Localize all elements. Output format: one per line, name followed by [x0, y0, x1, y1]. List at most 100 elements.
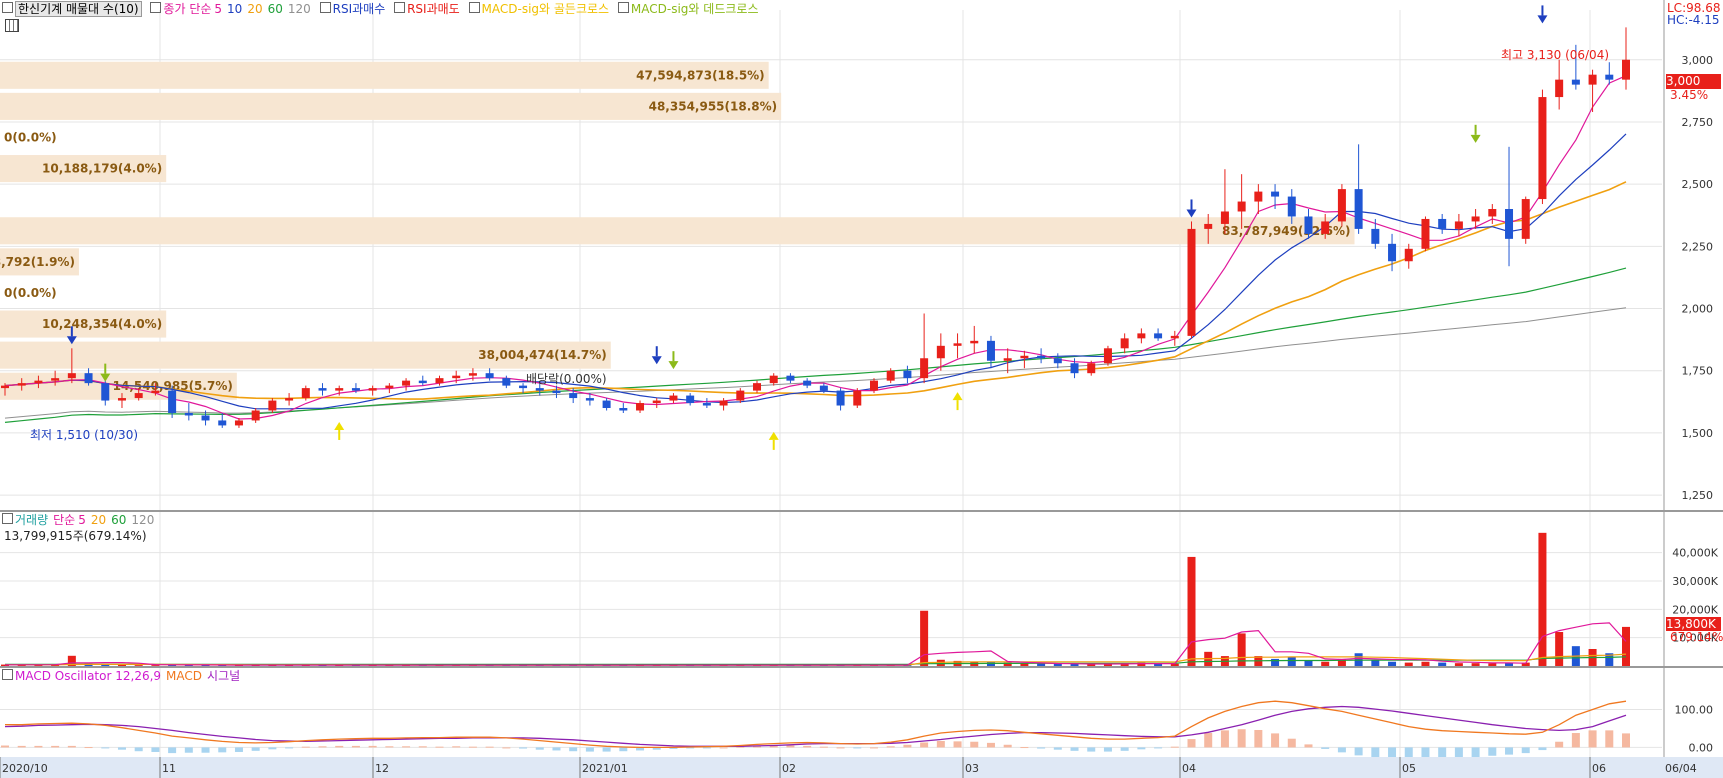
candle-body — [301, 388, 310, 399]
settings-icon[interactable] — [150, 2, 162, 13]
macd-osc-bar — [468, 746, 477, 748]
volume-value: 13,799,915주(679.14%) — [4, 529, 147, 543]
hc-label: HC:-4.15 — [1667, 13, 1720, 27]
x-tick-label: 06 — [1592, 762, 1606, 775]
price-tick-label: 1,250 — [1682, 489, 1714, 502]
candle-body — [986, 340, 995, 361]
rsi-over-label[interactable]: RSI과매수 — [333, 2, 386, 16]
volume-bar — [1271, 658, 1280, 666]
candle-body — [318, 388, 327, 391]
macd-golden-label[interactable]: MACD-sig와 골든크로스 — [482, 2, 610, 16]
candle-body — [1521, 199, 1530, 239]
macd-osc-bar — [385, 746, 394, 748]
candle-body — [1488, 209, 1497, 217]
candle-body — [1287, 196, 1296, 217]
macd-osc-bar — [1354, 747, 1363, 756]
rsi-under-label[interactable]: RSI과매도 — [407, 2, 460, 16]
macd-osc-bar — [1287, 738, 1296, 748]
candle-body — [34, 380, 43, 384]
macd-osc-bar — [318, 746, 327, 748]
volume-bar — [1304, 660, 1313, 666]
macd-osc-bar — [368, 745, 377, 748]
table-icon[interactable] — [5, 19, 19, 32]
macd-osc-bar — [836, 747, 845, 749]
macd-osc-label[interactable]: MACD Oscillator 12,26,9 — [15, 669, 161, 683]
candle-body — [1154, 333, 1163, 339]
macd-osc-bar — [1254, 729, 1263, 748]
candle-body — [1471, 216, 1480, 222]
macd-osc-bar — [1488, 747, 1497, 756]
settings-icon[interactable] — [2, 2, 13, 13]
macd-osc-bar — [1571, 733, 1580, 748]
candle-body — [1237, 201, 1246, 212]
macd-osc-bar — [51, 745, 60, 748]
volume-bar — [1371, 660, 1380, 666]
price-tick-label: 2,750 — [1682, 116, 1714, 129]
candle-body — [1454, 221, 1463, 229]
candle-body — [368, 388, 377, 391]
candle-body — [719, 400, 728, 406]
candle-body — [702, 403, 711, 406]
macd-osc-bar — [819, 746, 828, 748]
volume-title[interactable]: 거래량 — [15, 513, 48, 527]
settings-icon[interactable] — [394, 2, 406, 13]
macd-osc-bar — [1053, 747, 1062, 750]
x-tick-label: 12 — [375, 762, 389, 775]
candle-body — [753, 383, 762, 391]
macd-osc-bar — [552, 747, 561, 751]
ma-label[interactable]: 종가 단순 — [163, 2, 211, 16]
x-tick-label: 03 — [965, 762, 979, 775]
candle-body — [1388, 243, 1397, 262]
vol-ma20-period: 20 — [90, 513, 107, 527]
price-tick-label: 2,000 — [1682, 303, 1714, 316]
candle-body — [1053, 358, 1062, 364]
chart-title[interactable]: 한신기계 매물대 수(10) — [15, 1, 142, 17]
candle-body — [1103, 348, 1112, 364]
candle-body — [285, 398, 294, 401]
settings-icon[interactable] — [468, 2, 480, 13]
macd-osc-bar — [335, 745, 344, 748]
macd-osc-bar — [234, 747, 243, 752]
volume-bar — [1404, 662, 1413, 666]
candle-body — [1187, 228, 1196, 336]
macd-osc-bar — [1588, 730, 1597, 748]
price-tick-label: 1,500 — [1682, 427, 1714, 440]
settings-icon[interactable] — [2, 513, 13, 524]
volume-profile-label: 48,354,955(18.8%) — [649, 99, 778, 113]
candle-body — [468, 373, 477, 376]
settings-icon[interactable] — [319, 2, 331, 13]
macd-osc-bar — [986, 742, 995, 748]
volume-tick-label: 30,000K — [1672, 575, 1718, 588]
volume-bar — [1454, 663, 1463, 666]
macd-osc-bar — [134, 747, 143, 752]
candle-body — [452, 375, 461, 379]
macd-osc-bar — [1237, 729, 1246, 748]
candle-body — [117, 398, 126, 401]
macd-osc-bar — [201, 747, 210, 753]
candle-body — [1220, 211, 1229, 224]
candle-body — [1421, 218, 1430, 249]
settings-icon[interactable] — [617, 2, 629, 13]
volume-bar — [1471, 663, 1480, 666]
macd-osc-bar — [1471, 747, 1480, 758]
macd-osc-bar — [67, 745, 76, 748]
volume-bar — [117, 664, 126, 666]
macd-osc-bar — [1020, 747, 1029, 749]
settings-icon[interactable] — [2, 669, 13, 680]
macd-osc-bar — [268, 747, 277, 750]
macd-tick-label: 100.00 — [1675, 704, 1714, 717]
macd-osc-bar — [1555, 741, 1564, 748]
candle-body — [535, 388, 544, 391]
min-price-label: 최저 1,510 (10/30) — [30, 428, 139, 442]
candle-body — [936, 345, 945, 359]
volume-legend: 거래량 단순 5 20 60 120 — [2, 512, 159, 528]
candle-body — [1404, 248, 1413, 262]
candle-body — [168, 390, 177, 413]
macd-osc-bar — [970, 741, 979, 748]
candle-body — [51, 378, 60, 381]
x-tick-label: 06/04 — [1665, 762, 1697, 775]
macd-dead-label[interactable]: MACD-sig와 데드크로스 — [631, 2, 759, 16]
macd-osc-bar — [853, 747, 862, 749]
volume-bar — [1388, 661, 1397, 666]
candle-body — [1438, 218, 1447, 229]
